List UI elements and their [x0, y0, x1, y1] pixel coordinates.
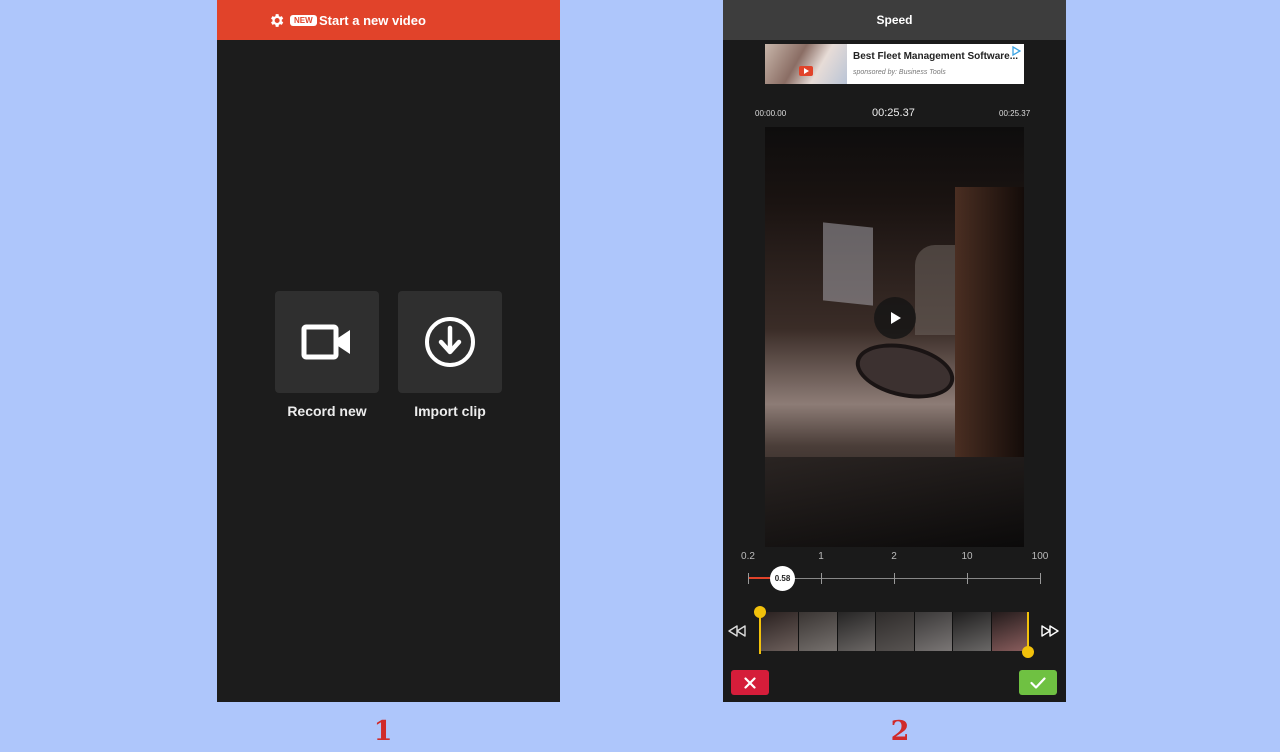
fast-forward-icon[interactable]	[1040, 624, 1060, 638]
speed-scale-label: 1	[818, 551, 824, 562]
top-bar: NEW Start a new video	[217, 0, 560, 40]
rewind-icon[interactable]	[727, 624, 747, 638]
dashboard	[765, 457, 1024, 547]
speed-slider-knob[interactable]: 0.58	[770, 566, 795, 591]
step-number-2: 2	[890, 716, 910, 747]
side-mirror	[850, 335, 960, 407]
cancel-button[interactable]	[731, 670, 769, 695]
step-number-1: 1	[373, 716, 393, 747]
ad-title[interactable]: Best Fleet Management Software...	[853, 51, 1018, 62]
timeline-frame	[761, 612, 800, 651]
timeline-frame	[837, 612, 877, 651]
start-new-video-title[interactable]: Start a new video	[319, 13, 426, 28]
record-new-button[interactable]	[275, 291, 379, 393]
video-camera-icon	[301, 324, 350, 360]
import-clip-button[interactable]	[398, 291, 502, 393]
trim-start-knob[interactable]	[754, 606, 766, 618]
end-time: 00:25.37	[999, 109, 1031, 118]
screen-speed-editor: Speed Best Fleet Management Software... …	[723, 0, 1066, 702]
timeline-frame	[953, 612, 992, 651]
speed-title: Speed	[876, 13, 913, 27]
speed-tick	[967, 573, 968, 584]
speed-tick	[1040, 573, 1041, 584]
close-icon	[744, 676, 756, 689]
gear-icon[interactable]	[268, 12, 285, 29]
speed-scale-label: 2	[891, 551, 897, 562]
trim-start-handle[interactable]	[759, 612, 761, 654]
confirm-button[interactable]	[1019, 670, 1057, 695]
ad-sponsor: sponsored by: Business Tools	[853, 69, 946, 76]
start-time: 00:00.00	[755, 109, 787, 118]
speed-scale-label: 100	[1031, 551, 1049, 562]
ad-choices-icon[interactable]	[1011, 46, 1021, 56]
trim-end-knob[interactable]	[1022, 646, 1034, 658]
record-new-label[interactable]: Record new	[275, 403, 379, 419]
timeline-filmstrip[interactable]	[761, 612, 1029, 651]
timeline-frame	[799, 612, 838, 651]
video-blur-shape	[823, 222, 873, 306]
top-bar: Speed	[723, 0, 1066, 40]
import-clip-label[interactable]: Import clip	[398, 403, 502, 419]
ad-thumbnail[interactable]	[765, 44, 847, 84]
play-icon	[891, 312, 901, 324]
play-icon	[799, 66, 813, 76]
download-circle-icon	[425, 317, 475, 367]
speed-tick	[894, 573, 895, 584]
new-badge: NEW	[290, 15, 317, 26]
speed-tick	[821, 573, 822, 584]
speed-scale-label: 0.2	[741, 551, 755, 562]
play-button[interactable]	[874, 297, 916, 339]
timeline-frame	[914, 612, 954, 651]
speed-tick	[748, 573, 749, 584]
screen-start-new-video: NEW Start a new video Record new Import …	[217, 0, 560, 702]
timeline-frame	[991, 612, 1029, 651]
current-time: 00:25.37	[872, 107, 915, 119]
timeline-frame	[876, 612, 915, 651]
check-icon	[1030, 676, 1046, 689]
ad-banner[interactable]: Best Fleet Management Software... sponso…	[765, 44, 1024, 84]
speed-scale-label: 10	[961, 551, 973, 562]
